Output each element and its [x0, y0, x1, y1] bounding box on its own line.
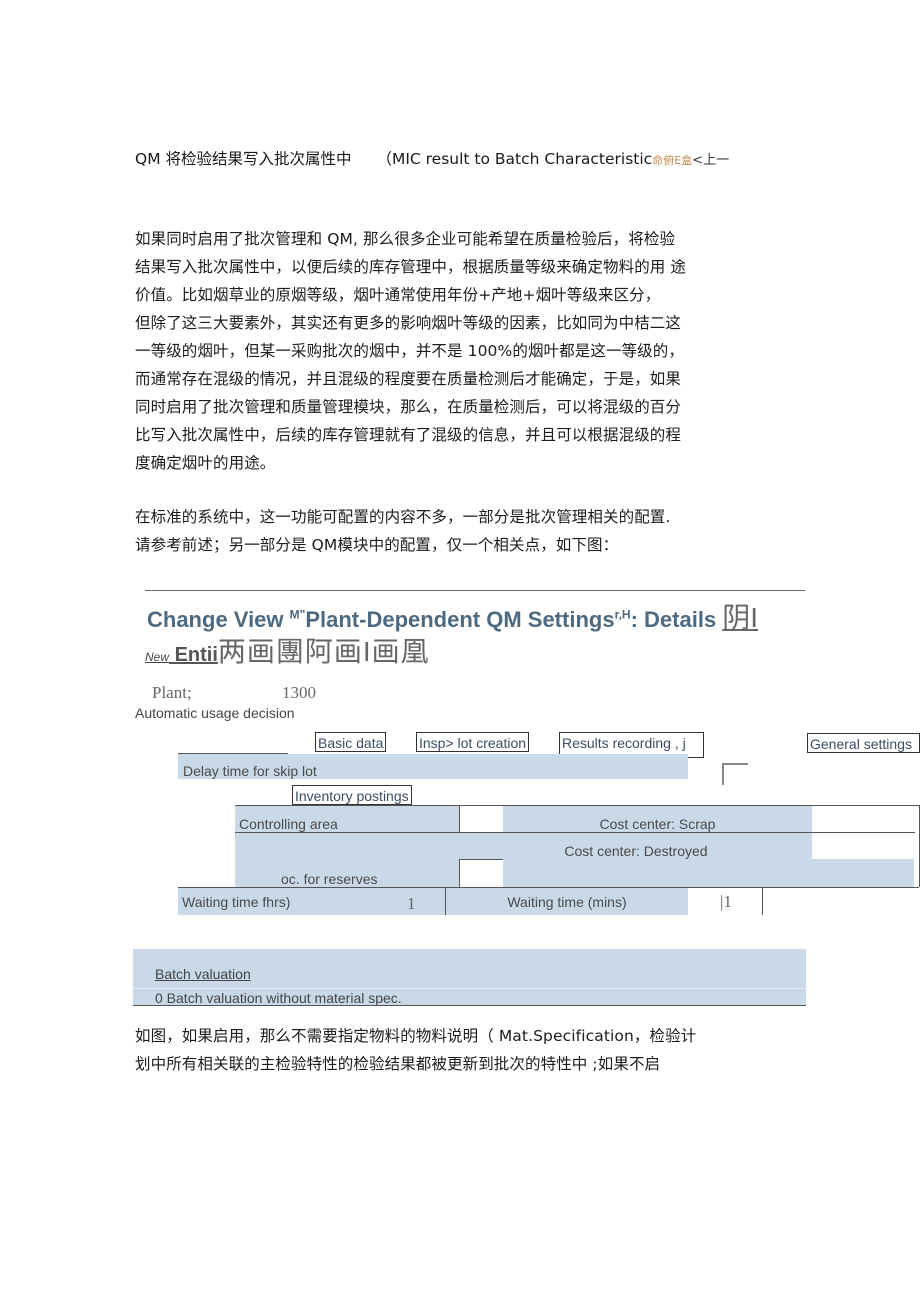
paragraph-line: 同时启用了批次管理和质量管理模块，那么，在质量检测后，可以将混级的百分 — [135, 398, 682, 416]
batch-valuation-label[interactable]: Batch valuation — [155, 966, 251, 982]
plant-value: 1300 — [282, 683, 316, 702]
controlling-area-label: Controlling area — [239, 816, 338, 832]
waiting-time-mins-value[interactable]: |1 — [720, 892, 732, 912]
paragraph-line: 一等级的烟叶，但某一采购批次的烟中，并不是 100%的烟叶都是这一等级的， — [135, 342, 684, 360]
new-entries-button[interactable]: New — [145, 650, 169, 664]
plant-label: Plant; — [152, 683, 192, 702]
waiting-time-mins-label: Waiting time (mins) — [507, 894, 627, 910]
sap-toolbar: New Entii两画團阿画I画凰 — [145, 630, 430, 670]
heading-main: QM 将检验结果写入批次属性中 — [135, 150, 352, 168]
acc-for-reserves-label: oc. for reserves — [281, 871, 378, 887]
paragraph-line: 如果同时启用了批次管理和 QM, 那么很多企业可能希望在质量检验后，将检验 — [135, 230, 676, 248]
tab-inventory-postings[interactable]: Inventory postings — [292, 785, 412, 805]
heading-english: （MIC result to Batch Characteristic — [376, 150, 653, 168]
panel-border-bottom — [133, 1005, 806, 1006]
reserves-fill — [503, 859, 914, 887]
toolbar-icons[interactable]: 两画團阿画I画凰 — [218, 636, 430, 667]
waiting-time-hrs-label: Waiting time fhrs) — [182, 894, 291, 910]
paragraph-line: 但除了这三大要素外，其实还有更多的影响烟叶等级的因素，比如同为中桔二这 — [135, 314, 682, 332]
heading-ornament: 命俯E盒 — [652, 154, 693, 167]
section-heading: QM 将检验结果写入批次属性中 （MIC result to Batch Cha… — [135, 147, 729, 169]
window-icon: 阴I — [722, 602, 759, 633]
title-main: Plant-Dependent QM Settings — [305, 607, 615, 632]
paragraph-line: 价值。比如烟草业的原烟等级，烟叶通常使用年份+产地+烟叶等级来区分， — [135, 286, 661, 304]
paragraph-line: 划中所有相关联的主检验特性的检验结果都被更新到批次的特性中 ;如果不启 — [135, 1055, 661, 1073]
tab-basic-data[interactable]: Basic data — [315, 732, 387, 752]
paragraph-line: 在标准的系统中，这一功能可配置的内容不多，一部分是批次管理相关的配置. — [135, 508, 671, 526]
tab-insp-lot-creation[interactable]: Insp> lot creation — [416, 732, 530, 752]
divider — [145, 590, 805, 591]
column-divider — [762, 888, 763, 915]
paragraph-line: 如图，如果启用，那么不需要指定物料的物料说明（ Mat.Specificatio… — [135, 1027, 697, 1045]
cost-center-scrap-label: Cost center: Scrap — [599, 816, 716, 832]
row-border — [133, 988, 806, 989]
title-suffix: : Details — [630, 607, 723, 632]
paragraph-line: 而通常存在混级的情况，并且混级的程度要在质量检测后才能确定，于是，如果 — [135, 370, 682, 388]
waiting-time-hrs-value[interactable]: 1 — [407, 894, 416, 914]
new-entries-label[interactable]: Entii — [169, 644, 218, 666]
acc-for-reserves-input[interactable] — [460, 860, 503, 887]
field-corner-icon — [722, 763, 748, 785]
title-sup: M" — [289, 607, 306, 622]
automatic-usage-decision-label: Automatic usage decision — [135, 705, 295, 721]
paragraph-line: 结果写入批次属性中，以便后续的库存管理中，根据质量等级来确定物料的用 途 — [135, 258, 687, 276]
delay-time-skip-lot-label: Delay time for skip lot — [183, 763, 317, 779]
batch-valuation-value[interactable]: 0 Batch valuation without material spec. — [155, 990, 402, 1006]
controlling-area-input[interactable] — [460, 806, 503, 832]
paragraph-line: 比写入批次属性中，后续的库存管理就有了混级的信息，并且可以根据混级的程 — [135, 426, 682, 444]
paragraph-line: 度确定烟叶的用途。 — [135, 454, 276, 472]
paragraph-line: 请参考前述；另一部分是 QM模块中的配置，仅一个相关点，如下图： — [135, 536, 619, 554]
cost-center-destroyed-label: Cost center: Destroyed — [564, 843, 708, 859]
title-sup: r,H — [614, 607, 631, 622]
cost-center-destroyed-input[interactable] — [812, 833, 918, 859]
tab-general-settings[interactable]: General settings — [807, 733, 920, 753]
heading-tail: <上一 — [692, 153, 730, 168]
cost-center-scrap-input[interactable] — [812, 806, 918, 832]
title-prefix: Change View — [147, 607, 290, 632]
